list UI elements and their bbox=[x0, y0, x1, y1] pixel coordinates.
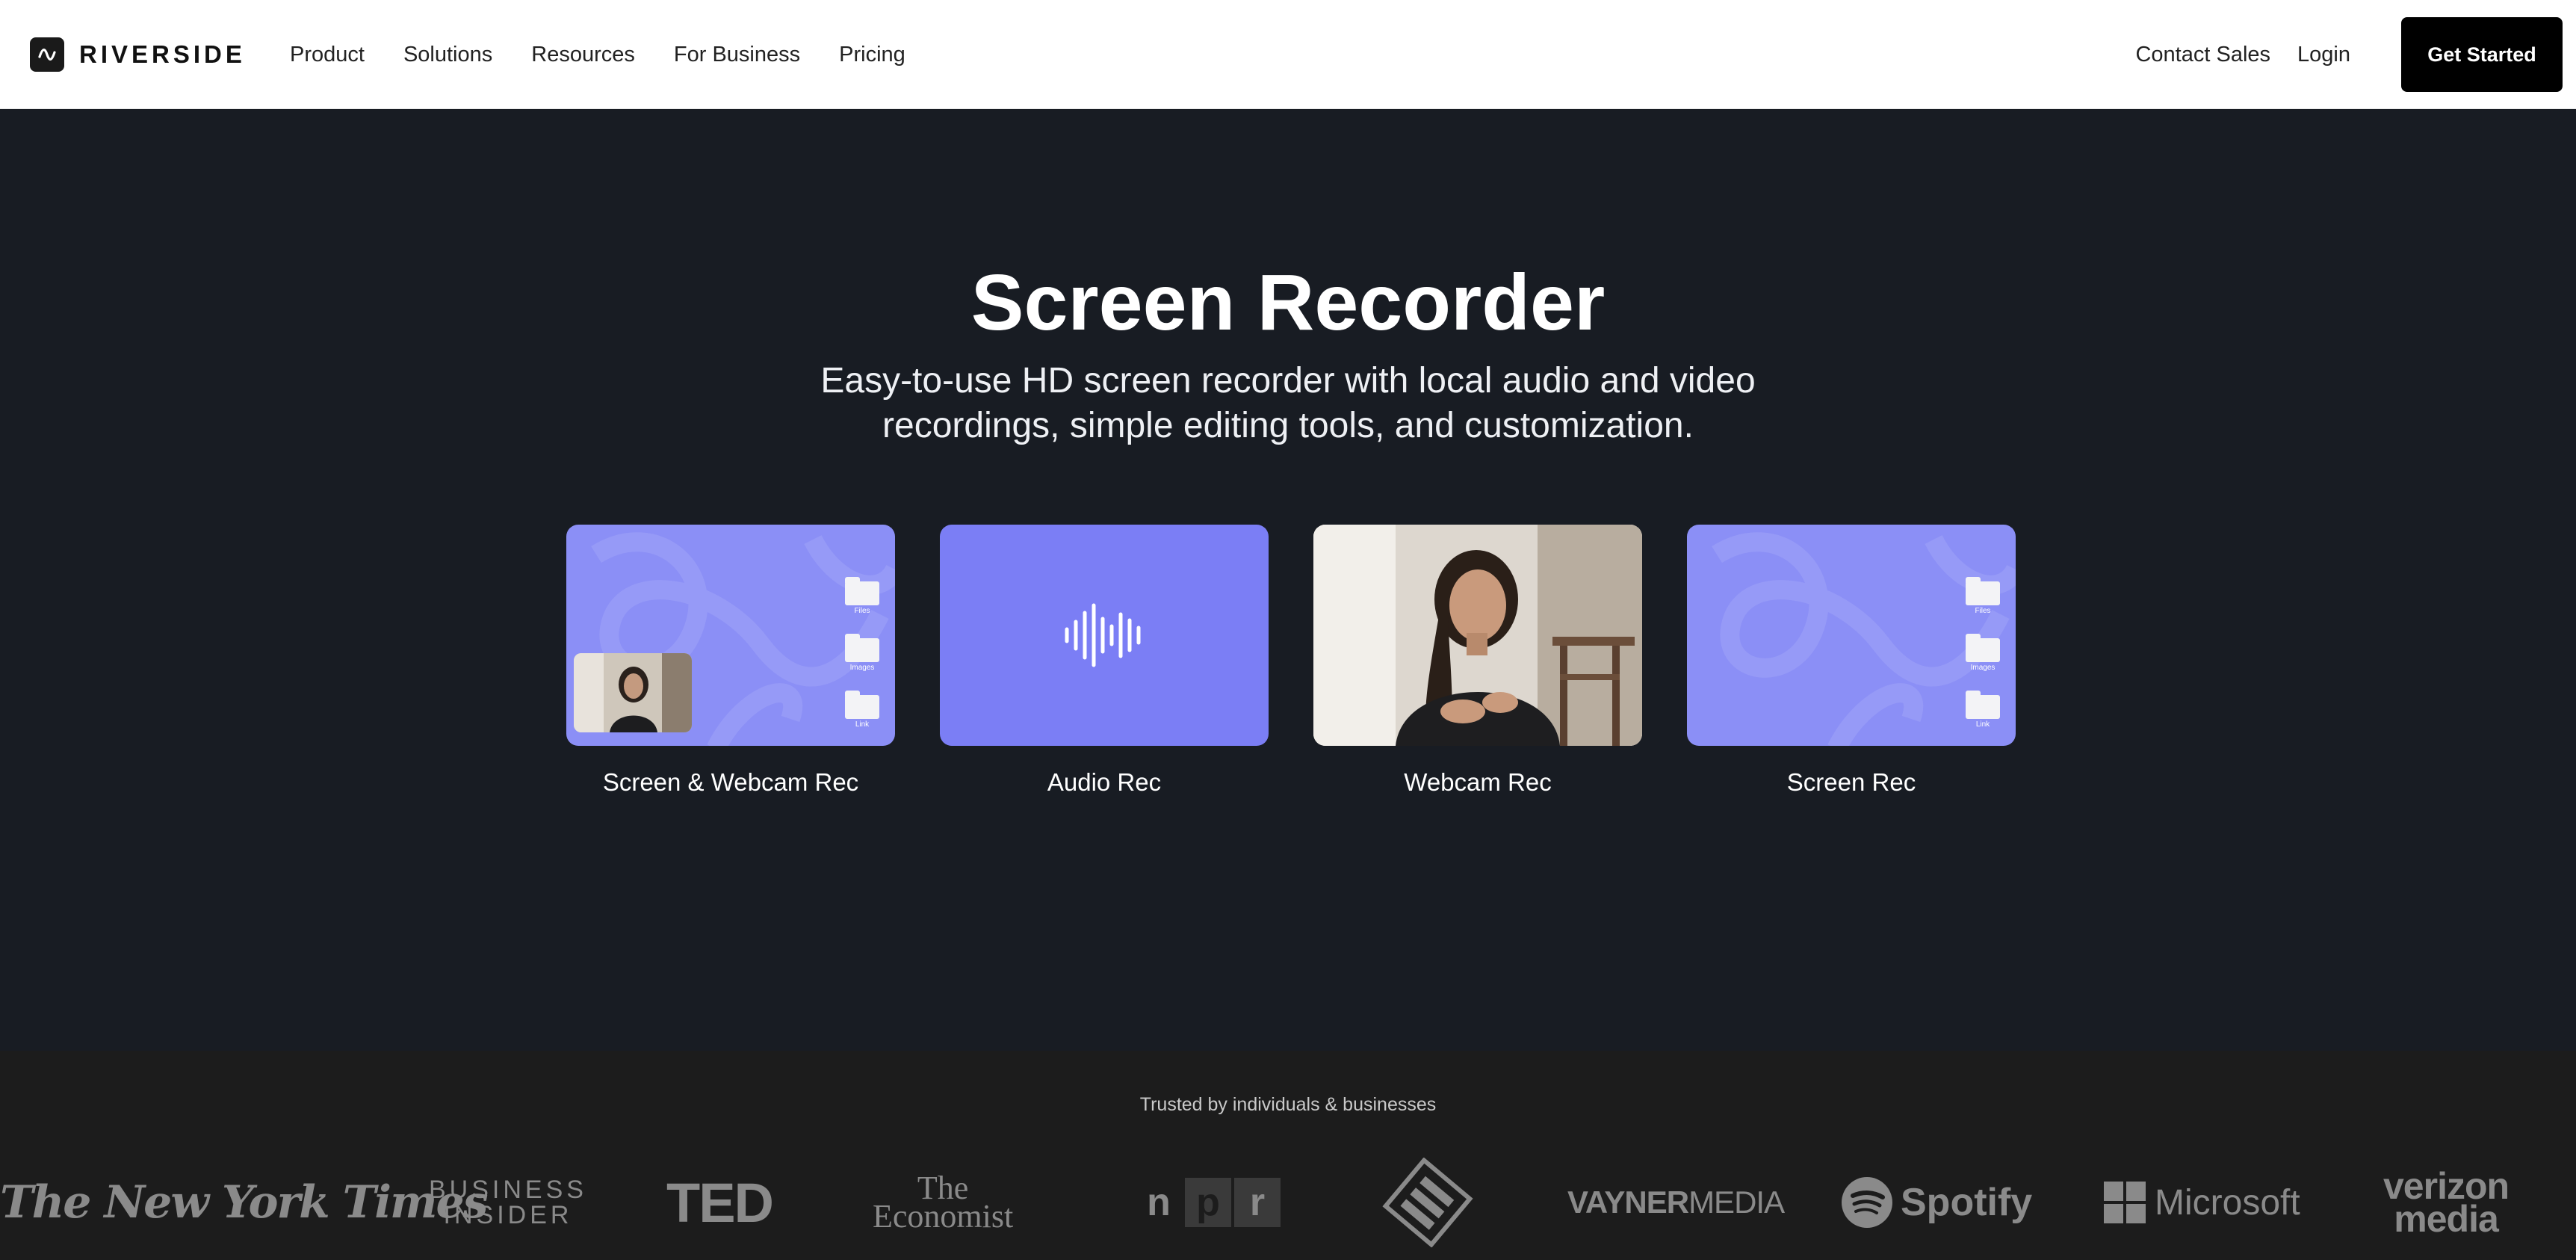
spotify-logo: Spotify bbox=[1841, 1161, 2032, 1244]
vaynermedia-logo: VAYNER MEDIA bbox=[1567, 1161, 1785, 1244]
partner-logos: The New York Times BUSINESS INSIDER TED … bbox=[0, 1158, 2576, 1247]
folder-label: Link bbox=[855, 720, 870, 729]
verizon-media-logo: verizon media bbox=[2383, 1161, 2510, 1244]
npr-r: r bbox=[1234, 1178, 1281, 1227]
riverside-logo[interactable]: RIVERSIDE bbox=[30, 37, 246, 72]
folder-icon: Files bbox=[844, 577, 880, 615]
folder-label: Images bbox=[849, 664, 875, 672]
nav-actions: Contact Sales Login Get Started bbox=[2135, 0, 2563, 109]
microsoft-text: Microsoft bbox=[2155, 1182, 2300, 1223]
folder-icon: Link bbox=[1965, 691, 2001, 729]
menu-item-solutions[interactable]: Solutions bbox=[403, 43, 492, 67]
riverside-logo-icon bbox=[30, 37, 64, 72]
webcam-person-thumbnail bbox=[1313, 525, 1642, 746]
folder-icon: Images bbox=[844, 634, 880, 672]
spotify-icon bbox=[1842, 1177, 1892, 1228]
trusted-by-title: Trusted by individuals & businesses bbox=[1139, 1094, 1437, 1115]
top-navigation: RIVERSIDE Product Solutions Resources Fo… bbox=[0, 0, 2576, 109]
nyt-logo: The New York Times bbox=[0, 1176, 488, 1229]
microsoft-logo: Microsoft bbox=[2104, 1161, 2300, 1244]
bi-line-1: BUSINESS bbox=[429, 1176, 587, 1204]
card-label: Audio Rec bbox=[1047, 768, 1162, 796]
menu-item-product[interactable]: Product bbox=[290, 43, 365, 67]
how-i-built-this-icon bbox=[1382, 1158, 1473, 1247]
how-i-built-this-logo bbox=[1379, 1158, 1476, 1247]
eco-line-2: Economist bbox=[873, 1198, 1014, 1235]
page-title: Screen Recorder bbox=[970, 259, 1606, 347]
webcam-pip-thumbnail bbox=[574, 653, 692, 732]
menu-item-for-business[interactable]: For Business bbox=[674, 43, 800, 67]
npr-p: p bbox=[1185, 1178, 1231, 1227]
folder-icon: Files bbox=[1965, 577, 2001, 615]
audio-waveform-icon bbox=[1065, 603, 1141, 667]
business-insider-logo: BUSINESS INSIDER bbox=[429, 1161, 587, 1244]
folder-icon: Images bbox=[1965, 634, 2001, 672]
hero-subtitle: Easy-to-use HD screen recorder with loca… bbox=[0, 359, 2576, 448]
card-label: Screen Rec bbox=[1786, 768, 1916, 796]
folder-label: Files bbox=[854, 607, 870, 615]
folder-label: Link bbox=[1975, 720, 1990, 729]
economist-logo: The Economist bbox=[873, 1161, 1013, 1244]
bi-line-2: INSIDER bbox=[443, 1201, 573, 1229]
logo-text: RIVERSIDE bbox=[79, 40, 246, 68]
menu-item-resources[interactable]: Resources bbox=[531, 43, 635, 67]
recording-modes: Files Images Link Screen & Webcam Rec Au… bbox=[566, 525, 2016, 809]
hero-subtitle-line-1: Easy-to-use HD screen recorder with loca… bbox=[820, 361, 1756, 401]
media-text: MEDIA bbox=[1688, 1185, 1785, 1220]
folder-label: Files bbox=[1975, 607, 1991, 615]
hero-subtitle-line-2: recordings, simple editing tools, and cu… bbox=[882, 406, 1694, 445]
trusted-by-section: Trusted by individuals & businesses The … bbox=[0, 1051, 2576, 1260]
screen-thumbnail: Files Images Link bbox=[1687, 525, 2016, 746]
card-audio-rec[interactable]: Audio Rec bbox=[940, 525, 1269, 797]
login-link[interactable]: Login bbox=[2297, 43, 2350, 67]
folder-label: Images bbox=[1970, 664, 1996, 672]
get-started-button[interactable]: Get Started bbox=[2401, 17, 2563, 92]
audio-thumbnail bbox=[940, 525, 1269, 746]
spotify-text: Spotify bbox=[1901, 1181, 2033, 1224]
folder-icon: Link bbox=[844, 691, 880, 729]
card-label: Screen & Webcam Rec bbox=[602, 768, 859, 796]
vayner-text: VAYNER bbox=[1567, 1185, 1689, 1220]
card-webcam-rec[interactable]: Webcam Rec bbox=[1313, 525, 1642, 797]
main-menu: Product Solutions Resources For Business… bbox=[290, 0, 944, 109]
card-label: Webcam Rec bbox=[1404, 768, 1552, 796]
screen-webcam-thumbnail: Files Images Link bbox=[566, 525, 895, 746]
contact-sales-link[interactable]: Contact Sales bbox=[2135, 43, 2270, 67]
ted-logo: TED bbox=[666, 1171, 774, 1234]
microsoft-icon bbox=[2104, 1182, 2146, 1223]
card-screen-rec[interactable]: Files Images Link Screen Rec bbox=[1687, 525, 2016, 797]
npr-n: n bbox=[1136, 1178, 1182, 1227]
npr-logo: n p r bbox=[1136, 1161, 1284, 1244]
verizon-line-2: media bbox=[2394, 1198, 2499, 1240]
card-screen-webcam-rec[interactable]: Files Images Link Screen & Webcam Rec bbox=[566, 525, 895, 797]
menu-item-pricing[interactable]: Pricing bbox=[839, 43, 905, 67]
